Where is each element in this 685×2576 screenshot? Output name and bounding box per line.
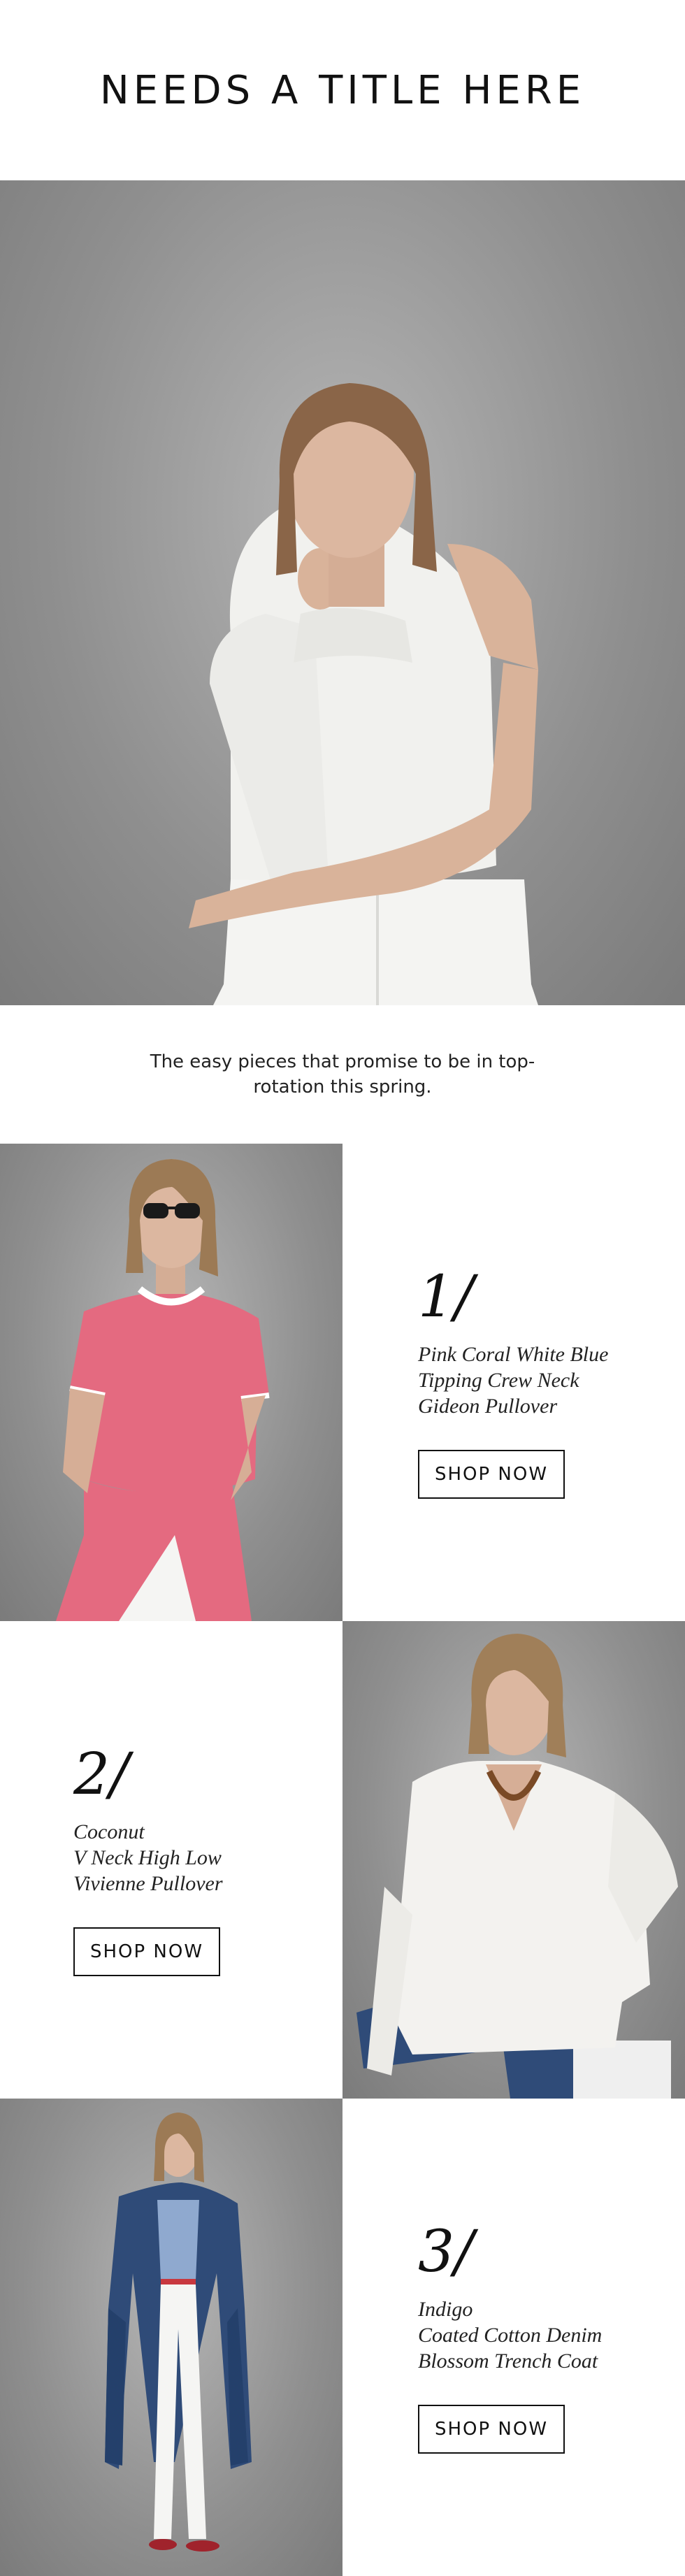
product-row-3: 3/ Indigo Coated Cotton Denim Blossom Tr… xyxy=(0,2099,685,2576)
product-2-illustration xyxy=(356,1634,678,2099)
product-3-name[interactable]: Indigo Coated Cotton Denim Blossom Trenc… xyxy=(418,2296,685,2374)
email-header: NEEDS A TITLE HERE xyxy=(0,0,685,180)
intro-text: The easy pieces that promise to be in to… xyxy=(150,1051,535,1098)
product-1-info: 1/ Pink Coral White Blue Tipping Crew Ne… xyxy=(342,1144,685,1621)
product-1-number: 1/ xyxy=(418,1264,474,1330)
product-1-name-line: Pink Coral White Blue xyxy=(418,1343,609,1366)
product-1-shop-now-button[interactable]: SHOP NOW xyxy=(418,1450,565,1499)
product-3-image[interactable] xyxy=(0,2099,342,2576)
hero-image[interactable] xyxy=(0,180,685,1005)
product-3-number: 3/ xyxy=(418,2219,474,2285)
product-2-name-line: Vivienne Pullover xyxy=(73,1872,223,1895)
product-3-name-line: Blossom Trench Coat xyxy=(418,2350,598,2373)
product-1-name-line: Tipping Crew Neck xyxy=(418,1369,579,1392)
product-3-name-line: Coated Cotton Denim xyxy=(418,2324,603,2347)
hero-illustration xyxy=(189,383,538,1005)
product-2-shop-now-button[interactable]: SHOP NOW xyxy=(73,1927,220,1976)
product-3-info: 3/ Indigo Coated Cotton Denim Blossom Tr… xyxy=(342,2099,685,2576)
product-2-image[interactable] xyxy=(342,1621,685,2099)
product-2-name-line: Coconut xyxy=(73,1820,145,1843)
intro-section: The easy pieces that promise to be in to… xyxy=(0,1005,685,1144)
product-row-1: 1/ Pink Coral White Blue Tipping Crew Ne… xyxy=(0,1144,685,1621)
product-2-name[interactable]: Coconut V Neck High Low Vivienne Pullove… xyxy=(73,1819,342,1897)
product-2-number: 2/ xyxy=(73,1741,129,1808)
product-1-image[interactable] xyxy=(0,1144,342,1621)
product-1-name[interactable]: Pink Coral White Blue Tipping Crew Neck … xyxy=(418,1341,685,1419)
product-1-name-line: Gideon Pullover xyxy=(418,1395,558,1418)
product-row-2: 2/ Coconut V Neck High Low Vivienne Pull… xyxy=(0,1621,685,2099)
product-3-illustration xyxy=(105,2113,252,2552)
product-3-name-line: Indigo xyxy=(418,2298,473,2321)
product-3-shop-now-button[interactable]: SHOP NOW xyxy=(418,2405,565,2454)
product-2-info: 2/ Coconut V Neck High Low Vivienne Pull… xyxy=(0,1621,342,2099)
page-title: NEEDS A TITLE HERE xyxy=(99,67,586,113)
product-1-illustration xyxy=(56,1159,270,1621)
product-2-name-line: V Neck High Low xyxy=(73,1846,222,1869)
